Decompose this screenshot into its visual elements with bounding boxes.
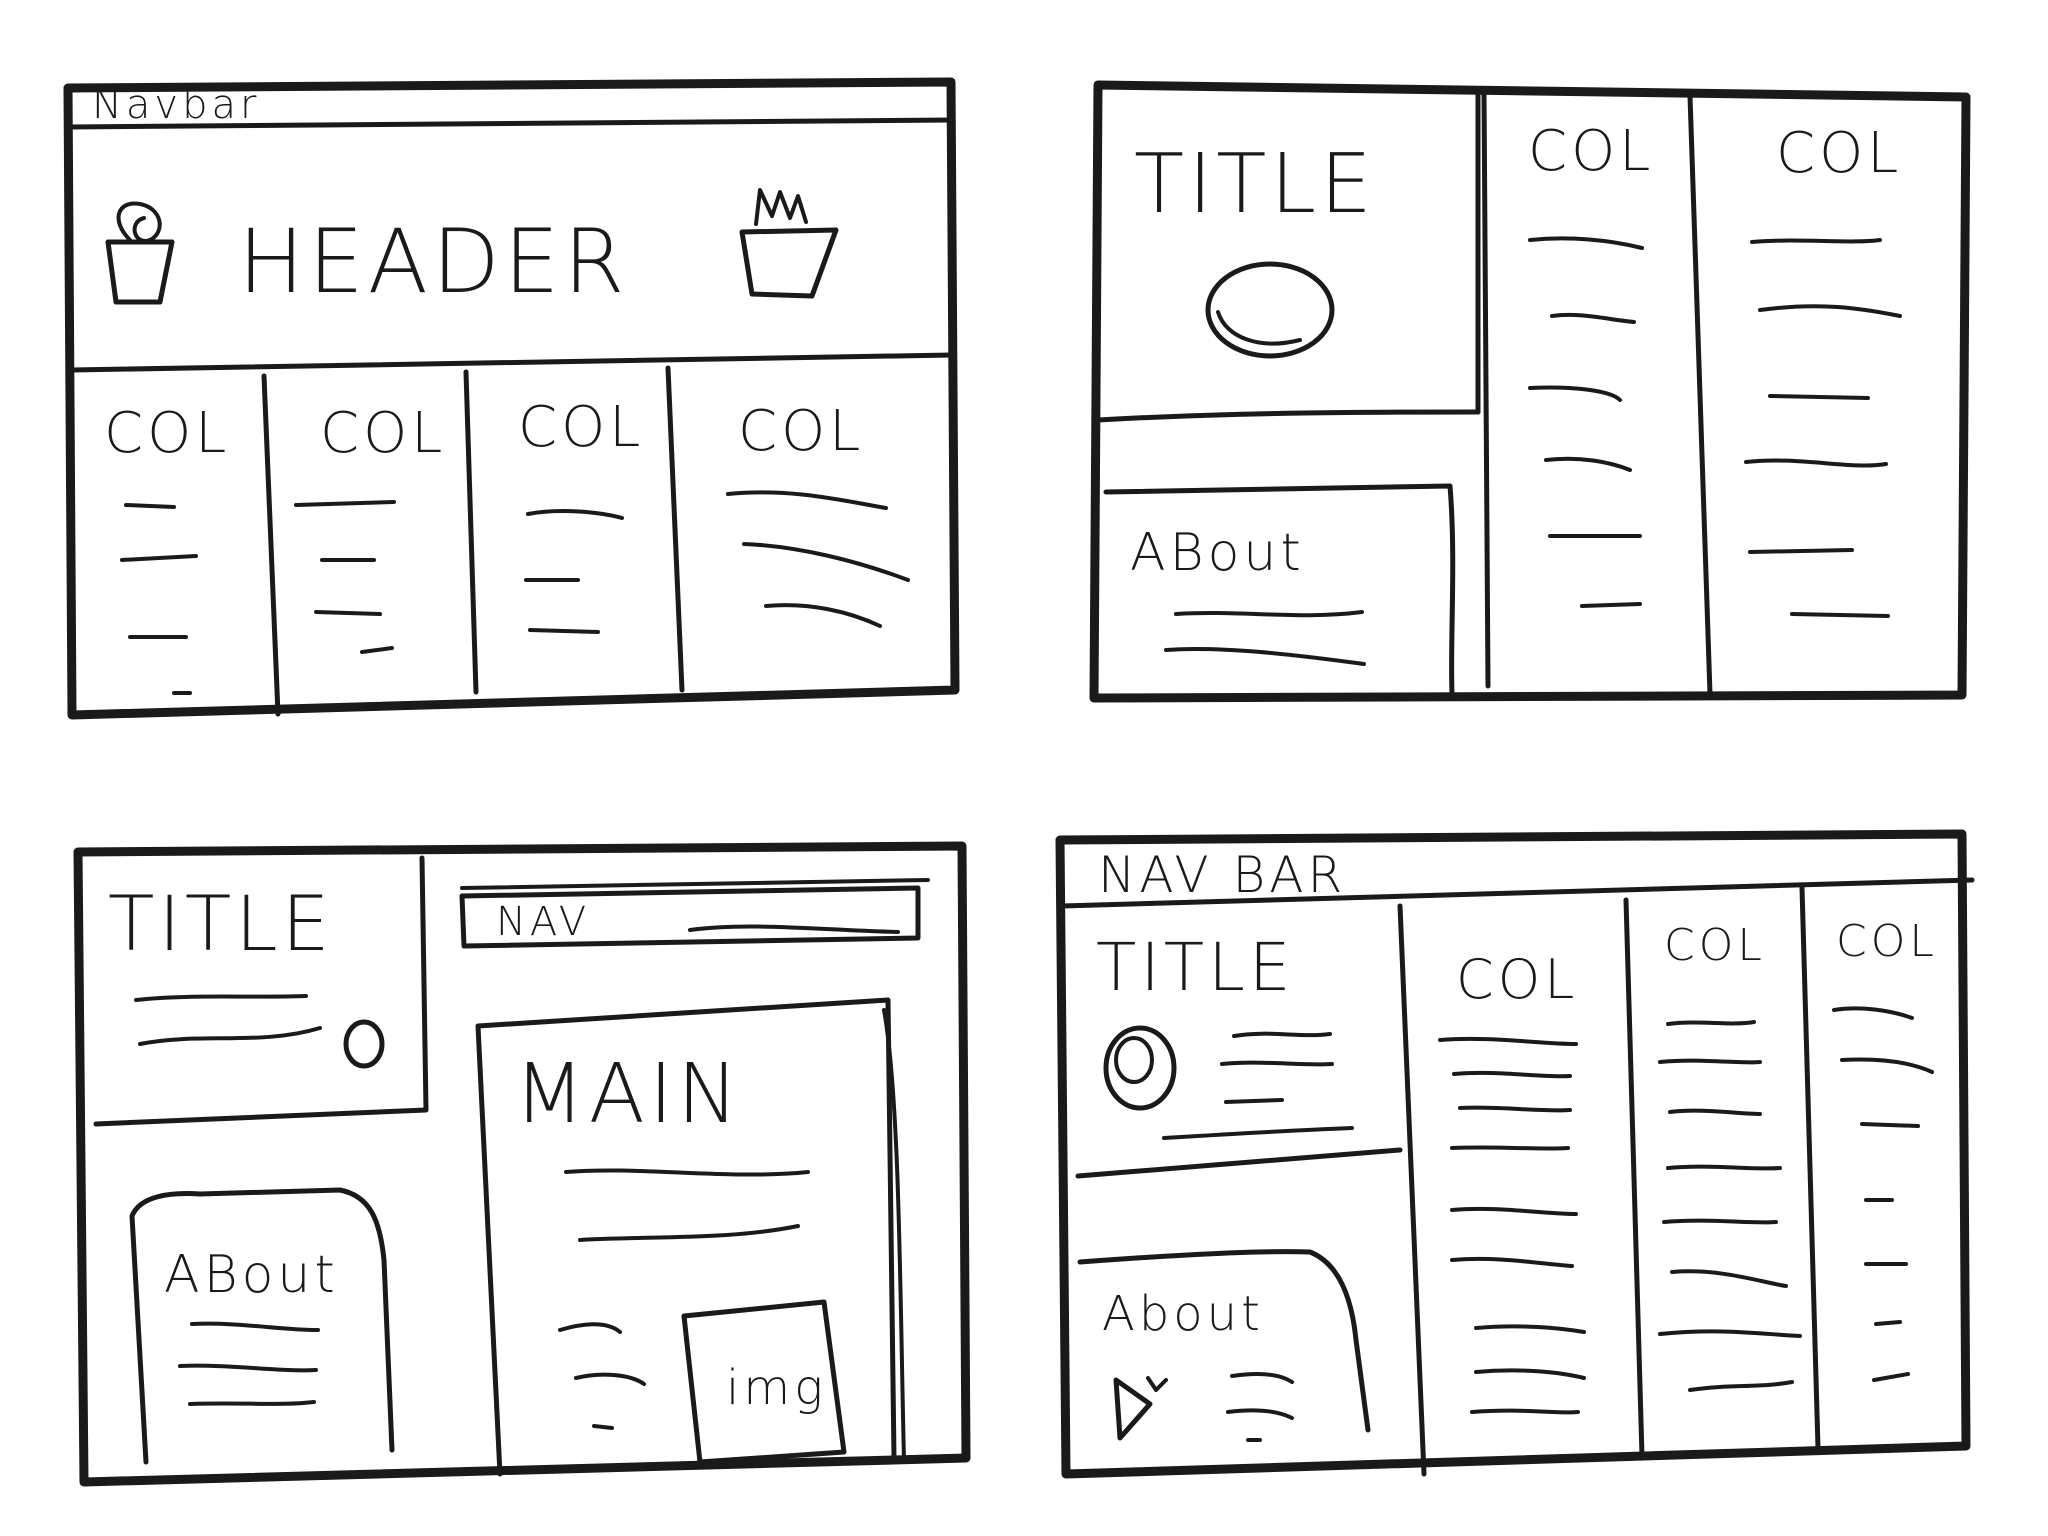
wireframe-3-nav-text [688,924,900,934]
wireframe-4-col-divider-1 [1397,903,1427,1477]
wireframe-4-col-label: COL [1456,948,1578,1011]
wireframe-2-col-divider-2 [1687,93,1713,697]
wireframe-4-col-label: COL [1664,920,1766,971]
wireframe-1-navbar-label: Navbar [92,82,260,128]
wireframe-4-title-label: TITLE [1096,929,1295,1006]
wireframe-4-about-label: About [1102,1286,1264,1342]
wireframe-1-col-label: COL [104,401,230,466]
wireframe-2: TITLE ABout COL COL [1089,80,1971,703]
wireframe-3-title-label: TITLE [108,879,334,968]
wireframe-1-header-label: HEADER [238,210,628,313]
sketch-svg: Navbar HEADER COL COL COL COL TITLE ABou… [63,77,1975,1487]
wireframe-2-col-label: COL [1776,121,1902,186]
wireframe-1: Navbar HEADER COL COL COL COL [63,77,960,720]
plant-pot-icon [739,188,839,299]
wireframe-2-about-box [1103,483,1456,697]
bucket-icon [105,201,175,305]
wireframe-2-placeholder-text [1528,236,1902,618]
wireframe-3-img-label: img [726,1360,827,1416]
wireframe-1-col-label: COL [738,399,864,464]
wireframe-3-about-label: ABout [164,1245,339,1305]
wireframe-4-col-label: COL [1836,916,1938,967]
wireframe-1-col-label: COL [518,395,644,460]
wireframe-2-col-label: COL [1528,119,1654,184]
wireframe-2-about-label: ABout [1130,523,1305,583]
wireframe-2-about-text [1164,610,1366,666]
wireframe-1-col-label: COL [320,401,446,466]
wireframe-2-title-divider-h [1095,409,1481,423]
wireframe-3: TITLE NAV MAIN img ABout [73,841,971,1487]
wireframe-3-about-text [178,1321,320,1406]
wireframe-4-title-text [1162,1031,1354,1140]
wireframe-4-placeholder-text [1438,1006,1934,1415]
wireframe-2-title-label: TITLE [1134,137,1376,232]
wireframe-1-col-divider-3 [665,365,685,693]
wireframe-1-col-divider-1 [261,373,281,717]
wireframe-4-col-divider-2 [1623,897,1645,1459]
circle-icon [343,1019,385,1069]
wireframe-1-placeholder-text [120,490,910,695]
wireframe-4-navbar-label: NAV BAR [1098,846,1346,904]
wireframe-1-header-divider [69,352,955,373]
wireframe-4-about-text [1226,1372,1294,1442]
wireframe-3-title-text [134,994,322,1046]
wireframe-1-col-divider-2 [463,369,479,695]
wireframe-4-col-divider-3 [1799,885,1821,1451]
avatar-icon [1103,1025,1177,1111]
wireframe-4-title-divider-h [1075,1147,1403,1179]
wireframe-4: NAV BAR TITLE About COL COL COL [1055,829,1975,1479]
wireframe-3-nav-label: NAV [496,899,590,945]
wireframe-2-col-divider-1 [1481,89,1491,689]
wireframe-3-main-label: MAIN [514,1047,742,1142]
play-icon [1113,1376,1168,1441]
button-circle-icon [1205,261,1335,359]
wireframe-sketch-sheet: Navbar HEADER COL COL COL COL TITLE ABou… [0,0,2048,1536]
